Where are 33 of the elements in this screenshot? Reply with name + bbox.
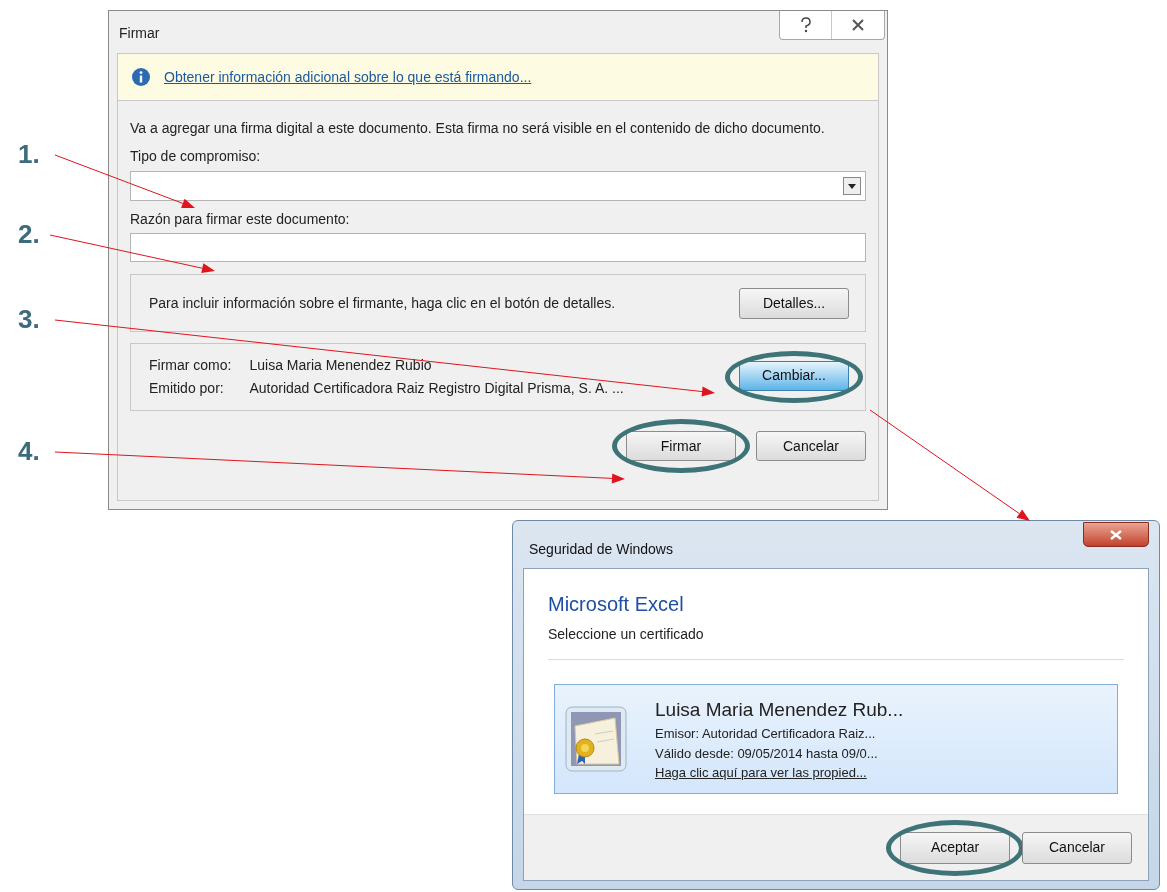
step-number: 3. [18, 303, 40, 336]
signer-value: Autoridad Certificadora Raiz Registro Digital Prisma, S. A. ... [249, 379, 624, 398]
window-title: Firmar [119, 24, 160, 43]
certificate-card[interactable]: Luisa Maria Menendez Rub... Emisor: Autoridad Certificadora Raiz... Válido desde: 09/05/2014 hasta 09/0... Haga clic aquí para ver las propied... [554, 684, 1118, 794]
step-number: 2. [18, 218, 40, 251]
step-number: 1. [18, 138, 40, 171]
properties-link[interactable]: Haga clic aquí para ver las propied... [655, 763, 904, 783]
dialog-button[interactable]: Cambiar... [739, 360, 849, 391]
dialog-button[interactable]: Firmar [626, 431, 736, 461]
field-label: Tipo de compromiso: [130, 147, 262, 166]
signer-label: Emitido por: [149, 379, 225, 398]
field-label: Razón para firmar este documento: [130, 210, 351, 229]
dialog-button[interactable]: Cancelar [756, 431, 866, 461]
certificate-name: Luisa Maria Menendez Rub... [655, 697, 904, 722]
instruction-text: Seleccione un certificado [548, 625, 705, 644]
app-name: Microsoft Excel [548, 592, 685, 617]
description-text: Va a agregar una firma digital a este documento. Esta firma no será visible en el contenido de dicho documento. [130, 119, 826, 137]
certificate-validity: Válido desde: 09/05/2014 hasta 09/0... [655, 744, 879, 763]
info-icon [132, 68, 150, 86]
dialog-button[interactable]: Cancelar [1022, 831, 1132, 864]
signer-label: Firmar como: [149, 356, 232, 375]
step-number: 4. [18, 435, 40, 468]
reason-input[interactable] [130, 233, 866, 262]
certificate-issuer: Emisor: Autoridad Certificadora Raiz... [655, 725, 877, 743]
details-text: Para incluir información sobre el firmante, haga clic en el botón de detalles. [149, 293, 616, 313]
dropdown-caret-icon[interactable] [843, 177, 861, 195]
window-title: Seguridad de Windows [529, 540, 673, 559]
certificate-icon [565, 706, 627, 772]
signer-value: Luisa Maria Menendez Rubio [249, 356, 433, 375]
info-link[interactable]: Obtener información adicional sobre lo que está firmando... [164, 66, 532, 88]
close-icon[interactable] [1083, 522, 1149, 547]
dialog-button[interactable]: Detalles... [739, 287, 849, 319]
dialog-button[interactable]: Aceptar [900, 831, 1010, 864]
